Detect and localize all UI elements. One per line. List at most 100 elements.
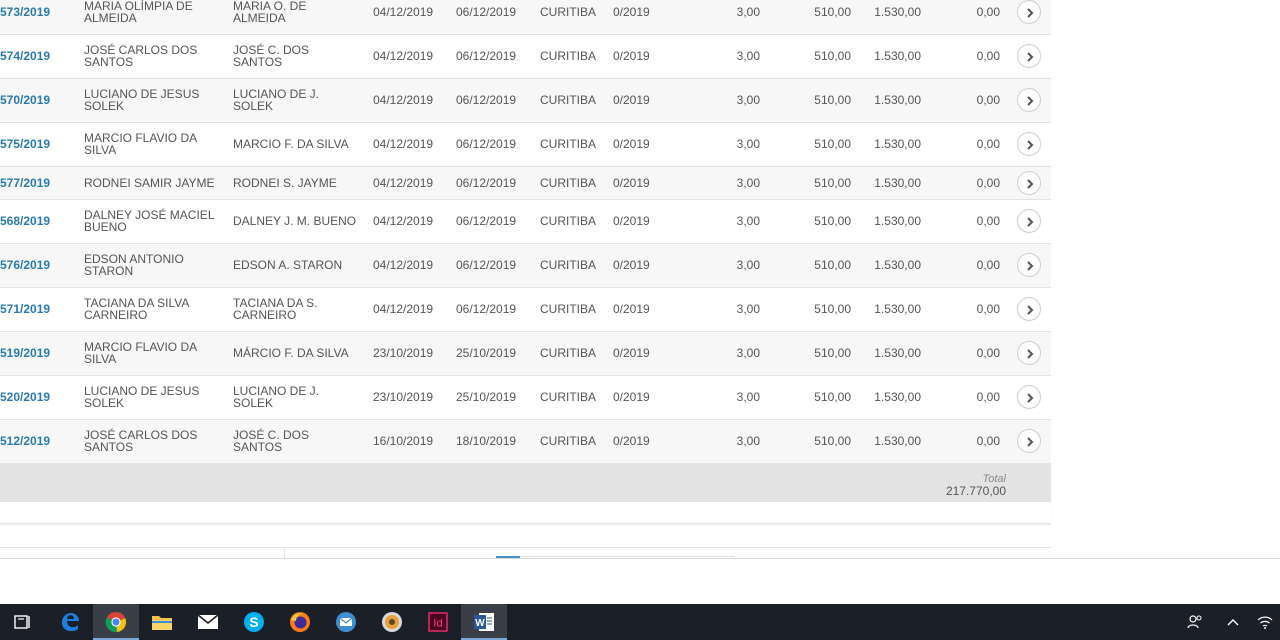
request-number-link[interactable]: 568/2019 [0,214,50,228]
row-details-button[interactable] [1016,253,1041,277]
chevron-right-icon [1026,305,1033,315]
word-button[interactable]: W [461,604,507,640]
network-tray-button[interactable] [1250,604,1280,640]
reference-cell: 0/2019 [613,93,650,107]
total-value-cell: 1.530,00 [874,258,921,272]
total-row: Total 217.770,00 [0,463,1051,507]
show-hidden-icons-button[interactable] [1218,604,1248,640]
media-player-icon [382,612,402,632]
quantity-cell: 3,00 [736,302,760,316]
row-details-button[interactable] [1016,429,1041,453]
reference-cell: 0/2019 [613,346,650,360]
outlook-button[interactable] [323,604,369,640]
chevron-right-icon [1026,8,1033,18]
city-cell: CURITIBA [540,346,597,360]
people-icon [1187,615,1202,629]
skype-button[interactable]: S [231,604,277,640]
discount-cell: 0,00 [976,137,1000,151]
row-details-button[interactable] [1016,0,1041,24]
request-number-link[interactable]: 576/2019 [0,258,50,272]
row-details-button[interactable] [1016,341,1041,365]
full-name-cell: JOSÉ CARLOS DOS SANTOS [84,428,198,454]
discount-cell: 0,00 [976,49,1000,63]
start-date-cell: 04/12/2019 [373,49,434,63]
mail-button[interactable] [185,604,231,640]
full-name-cell: RODNEI SAMIR JAYME [84,175,215,190]
unit-value-cell: 510,00 [814,175,851,190]
unit-value-cell: 510,00 [814,214,851,228]
row-details-button[interactable] [1016,170,1041,195]
row-details-button[interactable] [1016,88,1041,112]
start-date-cell: 04/12/2019 [373,4,434,19]
total-value: 217.770,00 [945,483,1006,498]
start-date-cell: 23/10/2019 [373,346,434,360]
quantity-cell: 3,00 [736,49,760,63]
end-date-cell: 06/12/2019 [456,49,517,63]
request-number-link[interactable]: 575/2019 [0,137,50,151]
short-name-cell: JOSÉ C. DOS SANTOS [233,428,310,454]
row-details-button[interactable] [1016,44,1041,68]
request-number-link[interactable]: 577/2019 [0,176,50,190]
row-details-button[interactable] [1016,132,1041,156]
city-cell: CURITIBA [540,258,597,272]
lower-tabs-line [520,556,735,557]
end-date-cell: 25/10/2019 [456,346,517,360]
people-tray-button[interactable] [1180,604,1210,640]
chevron-right-icon [1026,261,1033,271]
chevron-right-icon [1026,52,1033,62]
discount-cell: 0,00 [976,390,1000,404]
row-details-button[interactable] [1016,297,1041,321]
city-cell: CURITIBA [540,137,597,151]
request-number-link[interactable]: 573/2019 [0,5,50,19]
start-date-cell: 04/12/2019 [373,214,434,228]
request-number-link[interactable]: 574/2019 [0,49,50,63]
chrome-button[interactable] [93,604,139,640]
unit-value-cell: 510,00 [814,49,851,63]
reference-cell: 0/2019 [613,434,650,448]
request-number-link[interactable]: 520/2019 [0,390,50,404]
total-value-cell: 1.530,00 [874,390,921,404]
total-value-cell: 1.530,00 [874,93,921,107]
request-number-link[interactable]: 570/2019 [0,93,50,107]
reference-cell: 0/2019 [613,302,650,316]
short-name-cell: RODNEI S. JAYME [233,175,337,190]
full-name-cell: MARCIO FLAVIO DA SILVA [84,131,197,157]
firefox-button[interactable] [277,604,323,640]
row-details-button[interactable] [1016,385,1041,409]
edge-button[interactable] [47,604,93,640]
city-cell: CURITIBA [540,49,597,63]
short-name-cell: MARIA O. DE ALMEIDA [233,0,307,25]
unit-value-cell: 510,00 [814,346,851,360]
windows-taskbar: S Id W [0,604,1280,640]
start-date-cell: 16/10/2019 [373,434,434,448]
request-number-link[interactable]: 512/2019 [0,434,50,448]
end-date-cell: 06/12/2019 [456,93,517,107]
task-view-button[interactable] [0,604,46,640]
chevron-right-icon [1026,437,1033,447]
viewport-bottom-border [0,558,1280,559]
row-details-button[interactable] [1016,209,1041,233]
table-row: 512/2019 JOSÉ CARLOS DOS SANTOS JOSÉ C. DO… [0,419,1051,464]
reference-cell: 0/2019 [613,258,650,272]
city-cell: CURITIBA [540,214,597,228]
full-name-cell: TACIANA DA SILVA CARNEIRO [84,296,189,322]
short-name-cell: JOSÉ C. DOS SANTOS [233,43,310,69]
total-value-cell: 1.530,00 [874,302,921,316]
lower-card-divider [284,547,285,558]
media-player-button[interactable] [369,604,415,640]
quantity-cell: 3,00 [736,258,760,272]
indesign-label: Id [433,618,442,630]
quantity-cell: 3,00 [736,214,760,228]
unit-value-cell: 510,00 [814,137,851,151]
file-explorer-button[interactable] [139,604,185,640]
request-number-link[interactable]: 519/2019 [0,346,50,360]
reference-cell: 0/2019 [613,214,650,228]
table-row: 574/2019 JOSÉ CARLOS DOS SANTOS JOSÉ C. DO… [0,34,1051,79]
indesign-button[interactable]: Id [415,604,461,640]
full-name-cell: LUCIANO DE JESUS SOLEK [84,384,200,410]
request-number-link[interactable]: 571/2019 [0,302,50,316]
panel-bottom-edge [0,502,1051,524]
reference-cell: 0/2019 [613,49,650,63]
quantity-cell: 3,00 [736,346,760,360]
indesign-icon: Id [428,612,448,632]
